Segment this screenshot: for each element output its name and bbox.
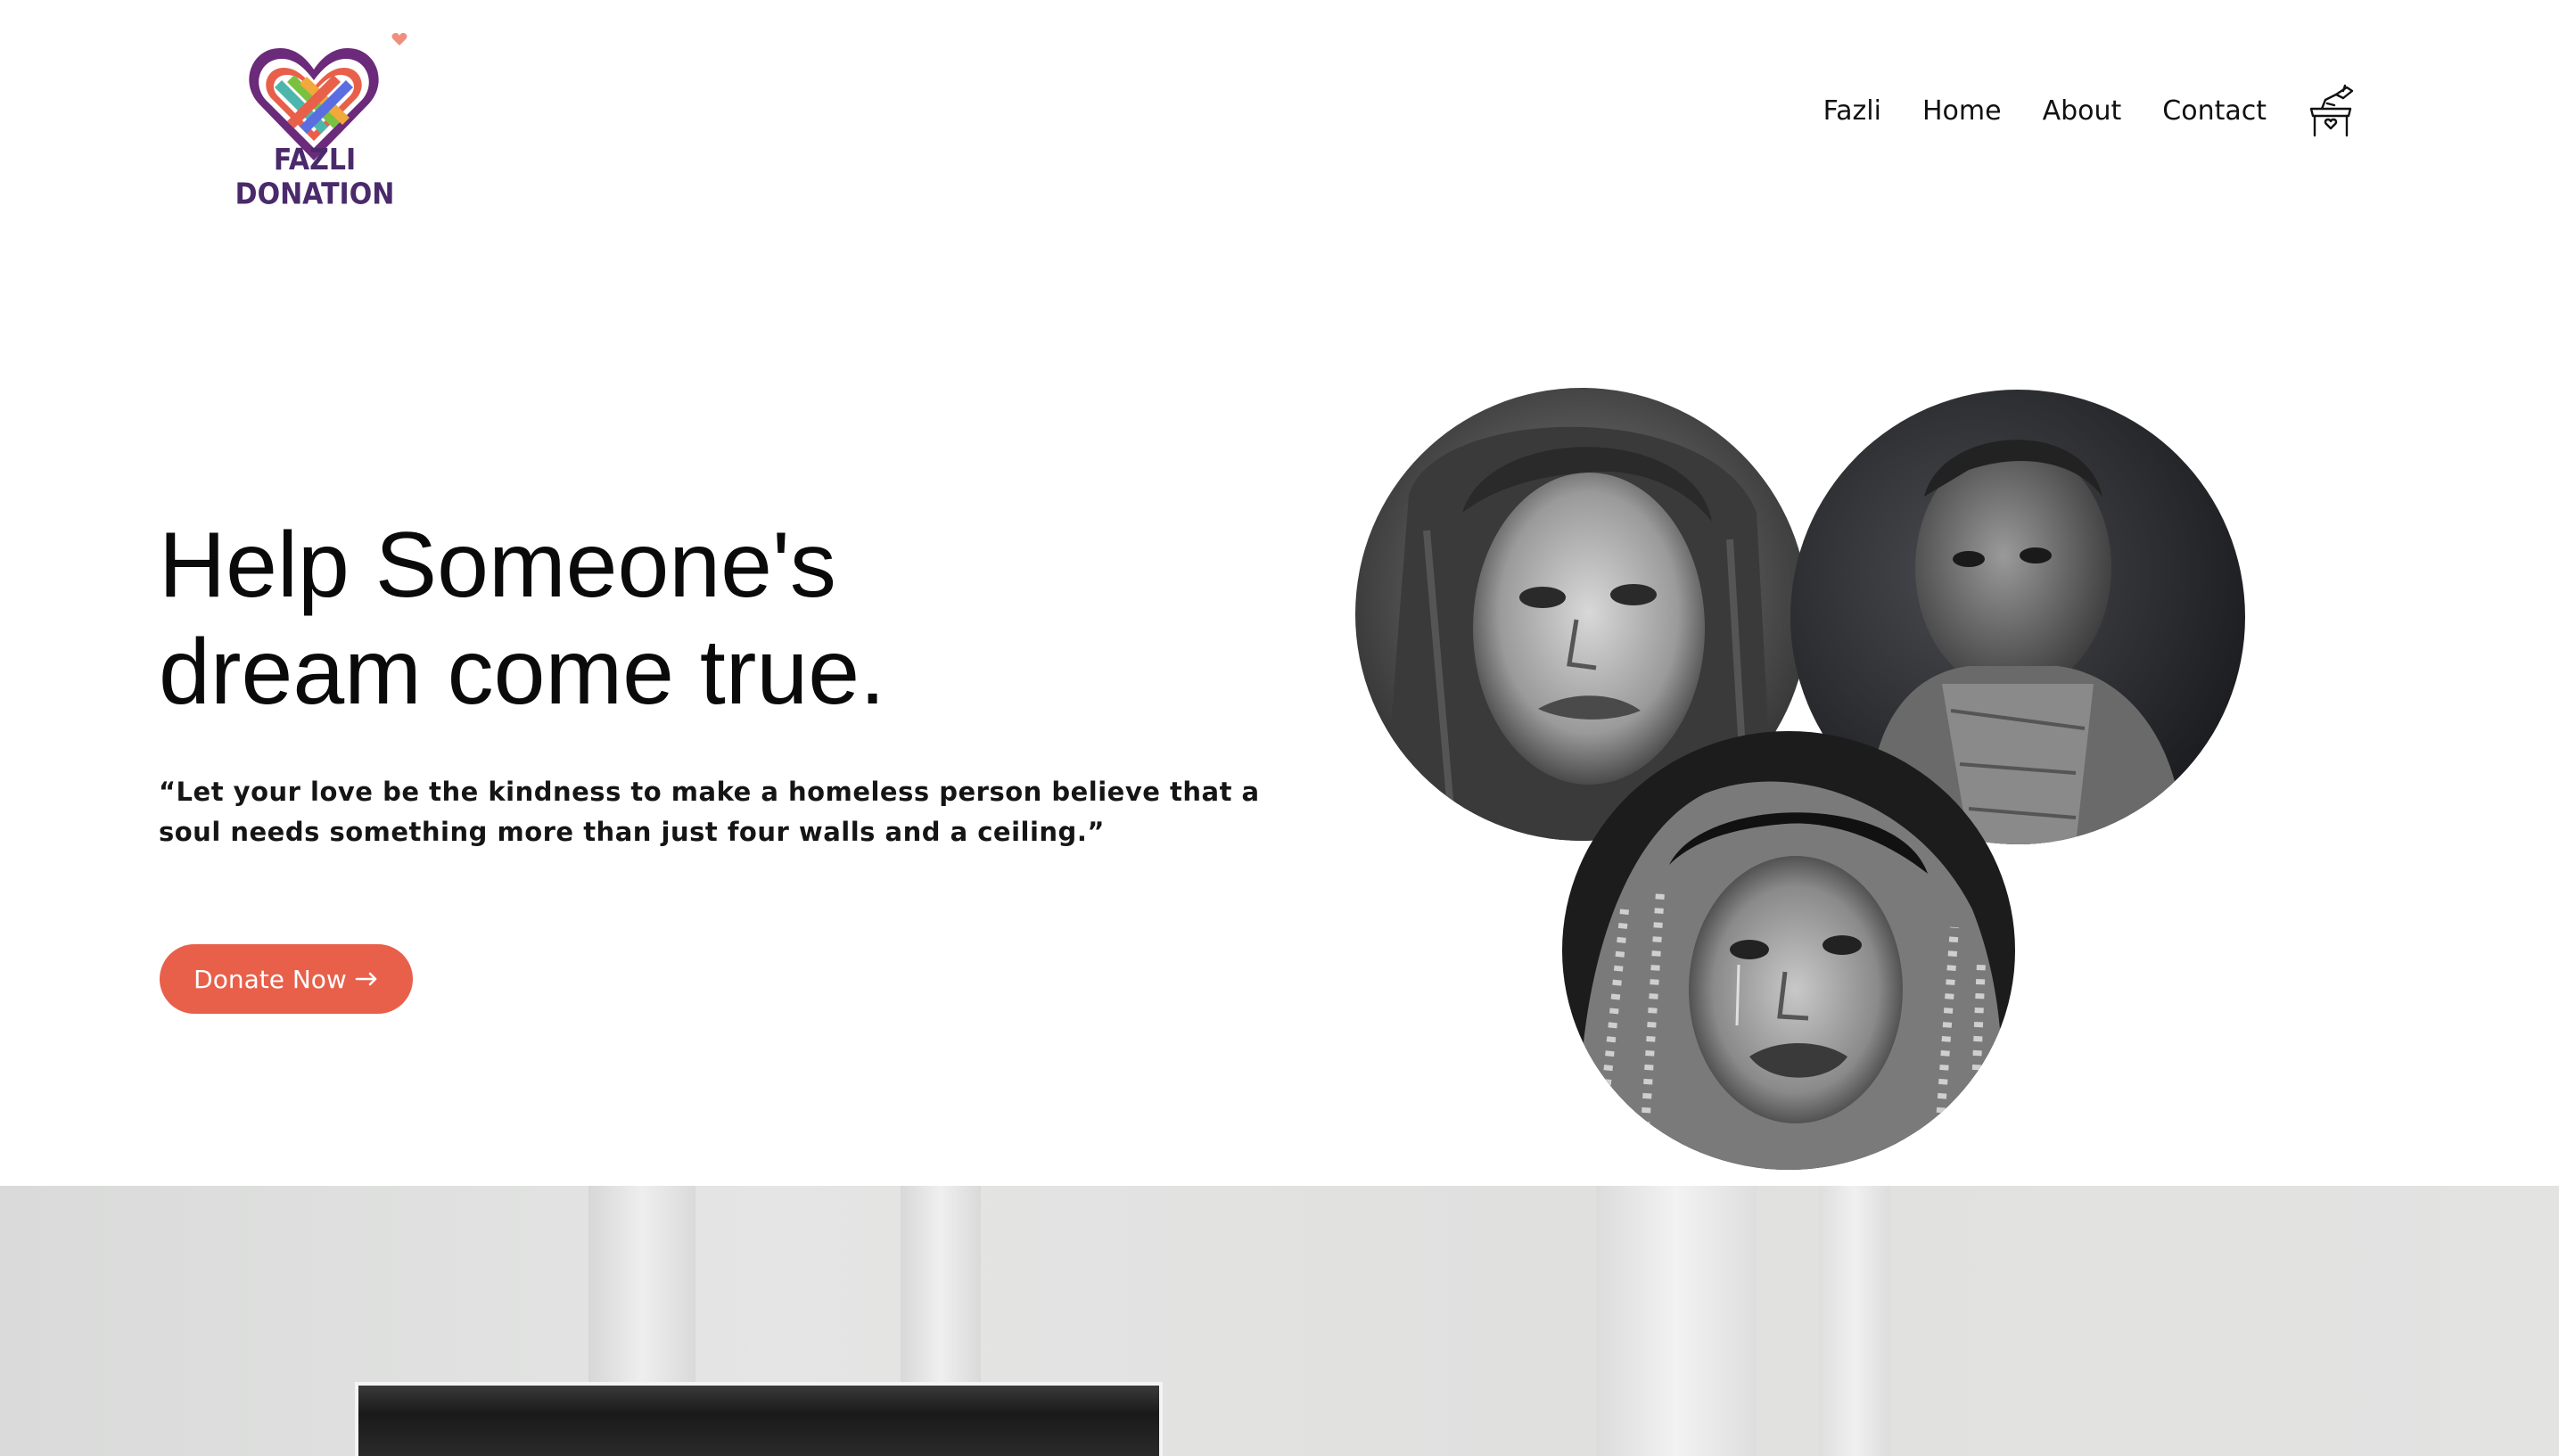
child-portrait-3: [1562, 731, 2015, 1170]
hero-title-line-1: Help Someone's: [159, 514, 836, 617]
nav-item-about[interactable]: About: [2043, 95, 2122, 127]
wall-panel: [1596, 1186, 1757, 1456]
lower-section-background: [0, 1186, 2559, 1456]
site-logo[interactable]: FAZLI DONATION: [212, 27, 426, 212]
hero-quote: “Let your love be the kindness to make a…: [159, 777, 1260, 847]
hero-title: Help Someone's dream come true.: [159, 512, 1229, 726]
site-header: FAZLI DONATION Fazli Home About Contact: [0, 0, 2559, 223]
donate-now-button[interactable]: Donate Now: [160, 944, 413, 1014]
wall-panel: [1819, 1186, 1890, 1456]
main-nav: Fazli Home About Contact: [1823, 82, 2357, 139]
donation-box-icon[interactable]: [2304, 82, 2357, 139]
nav-item-contact[interactable]: Contact: [2162, 95, 2267, 127]
hero-title-line-2: dream come true.: [159, 621, 885, 724]
framed-photo: [355, 1382, 1163, 1456]
donate-now-label: Donate Now: [193, 964, 347, 994]
arrow-right-icon: [355, 972, 377, 986]
small-heart-icon: [391, 33, 407, 45]
logo-wordmark: FAZLI DONATION: [235, 143, 395, 212]
nav-item-home[interactable]: Home: [1922, 95, 2002, 127]
nav-item-fazli[interactable]: Fazli: [1823, 95, 1881, 127]
